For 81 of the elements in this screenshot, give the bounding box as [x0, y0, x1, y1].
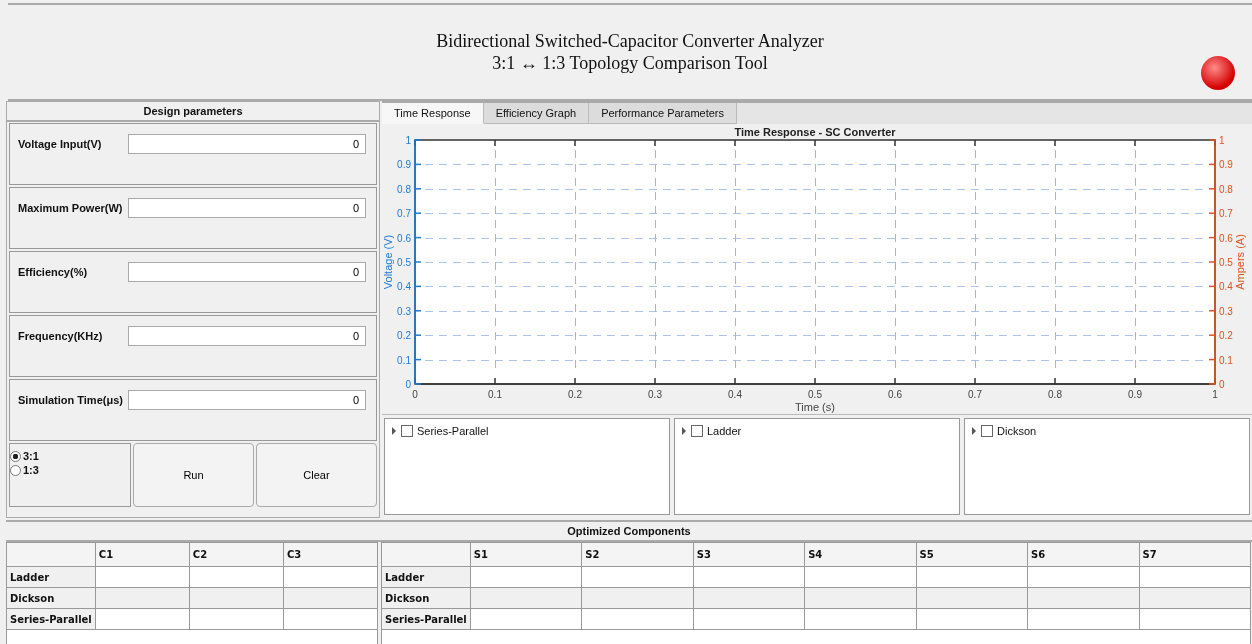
- tick-label: 0.9: [1219, 159, 1233, 171]
- tick-label: 0.6: [397, 232, 411, 244]
- input-field[interactable]: 0: [128, 326, 366, 346]
- tick-label: 0.5: [808, 389, 822, 400]
- input-field[interactable]: 0: [128, 134, 366, 154]
- tick-label: 0.4: [728, 389, 742, 400]
- tick-label: 0.3: [397, 305, 411, 317]
- axis-title: Voltage (V): [382, 234, 394, 290]
- tree-item[interactable]: Series-Parallel: [417, 425, 489, 437]
- tick-label: 0.4: [397, 281, 411, 293]
- column-header: S1: [470, 542, 582, 567]
- tab[interactable]: Time Response: [382, 103, 484, 124]
- field-label: Maximum Power(W): [18, 201, 124, 214]
- panel-title: Design parameters: [7, 102, 379, 122]
- tick-label: 0.9: [1128, 389, 1142, 400]
- tick-label: 0.1: [1219, 354, 1233, 366]
- axis-title: Ampers (A): [1234, 234, 1246, 290]
- tree-item[interactable]: Dickson: [997, 425, 1037, 437]
- tick-label: 0.6: [888, 389, 902, 400]
- radio-button[interactable]: 3:1: [10, 450, 130, 462]
- tick-label: 0.9: [397, 159, 411, 171]
- tick-label: 0.6: [1219, 232, 1233, 244]
- tab[interactable]: Efficiency Graph: [483, 103, 590, 124]
- column-header: S4: [804, 542, 917, 567]
- column-header: S5: [916, 542, 1028, 567]
- input-field[interactable]: 0: [128, 198, 366, 218]
- tick-label: 0.5: [1219, 257, 1233, 268]
- expand-icon[interactable]: [681, 427, 687, 435]
- column-header: S6: [1027, 542, 1139, 567]
- column-header: S2: [581, 542, 694, 567]
- tick-label: 0.7: [397, 208, 411, 220]
- tick-label: 0: [1219, 379, 1225, 390]
- column-header: S7: [1139, 542, 1251, 567]
- tab[interactable]: Performance Parameters: [589, 103, 738, 124]
- tick-label: 1: [405, 135, 411, 146]
- tick-label: 0.8: [1048, 389, 1062, 400]
- row-header: Series-Parallel: [381, 608, 471, 630]
- column-header: S3: [693, 542, 805, 567]
- tick-label: 0.2: [1219, 330, 1233, 342]
- tick-label: 0.1: [488, 389, 502, 400]
- row-header: Ladder: [381, 566, 471, 588]
- checkbox[interactable]: [981, 425, 993, 437]
- tick-label: 0: [405, 379, 411, 390]
- input-field[interactable]: 0: [128, 390, 366, 410]
- tick-label: 0.2: [397, 330, 411, 342]
- tick-label: 1: [1219, 135, 1225, 146]
- tick-label: 0.1: [397, 354, 411, 366]
- row-header: Ladder: [6, 566, 96, 588]
- tick-label: 0: [412, 389, 418, 400]
- field-label: Simulation Time(μs): [18, 393, 124, 406]
- app-title: Bidirectional Switched-Capacitor Converter Analyzer 3:1 ↔ 1:3 Topology Comparison Tool: [436, 30, 824, 74]
- action-button[interactable]: Run: [133, 443, 254, 507]
- row-header: Dickson: [381, 587, 471, 609]
- tick-label: 0.7: [1219, 208, 1233, 220]
- tick-label: 0.8: [397, 183, 411, 195]
- column-header: C3: [283, 542, 378, 567]
- column-header: C2: [189, 542, 284, 567]
- tree-item[interactable]: Ladder: [707, 425, 742, 437]
- expand-icon[interactable]: [971, 427, 977, 435]
- tick-label: 0.8: [1219, 183, 1233, 195]
- column-header: C1: [95, 542, 190, 567]
- field-label: Efficiency(%): [18, 265, 89, 278]
- checkbox[interactable]: [401, 425, 413, 437]
- axis-title: Time (s): [795, 401, 835, 413]
- field-label: Voltage Input(V): [18, 137, 103, 150]
- radio-button[interactable]: 1:3: [10, 464, 130, 476]
- checkbox[interactable]: [691, 425, 703, 437]
- action-button[interactable]: Clear: [256, 443, 377, 507]
- tick-label: 1: [1212, 389, 1218, 400]
- tick-label: 0.3: [648, 389, 662, 400]
- expand-icon[interactable]: [391, 427, 397, 435]
- tick-label: 0.2: [568, 389, 582, 400]
- field-label: Frequency(KHz): [18, 329, 104, 342]
- row-header: Dickson: [6, 587, 96, 609]
- tick-label: 0.7: [968, 389, 982, 400]
- tick-label: 0.4: [1219, 281, 1233, 293]
- input-field[interactable]: 0: [128, 262, 366, 282]
- row-header: Series-Parallel: [6, 608, 96, 630]
- tick-label: 0.5: [397, 257, 411, 268]
- tick-label: 0.3: [1219, 305, 1233, 317]
- chart-title: Time Response - SC Converter: [734, 126, 896, 138]
